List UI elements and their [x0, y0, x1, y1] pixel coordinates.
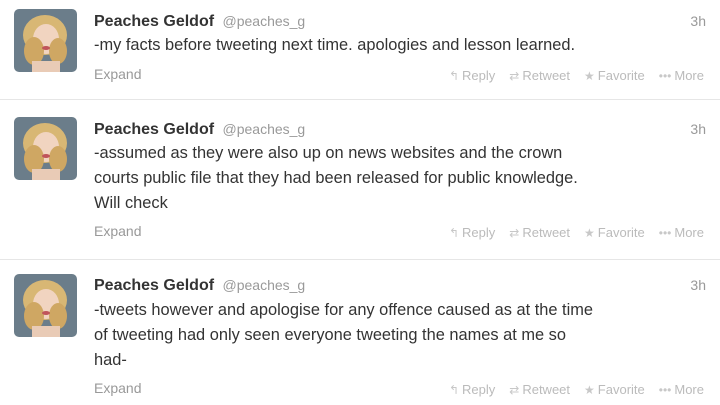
star-icon: ★: [584, 382, 595, 397]
retweet-label: Retweet: [522, 382, 571, 397]
tweet-text: -assumed as they were also up on news we…: [94, 141, 704, 216]
more-button[interactable]: ••• More: [659, 225, 704, 240]
tweet-text: -tweets however and apologise for any of…: [94, 298, 704, 373]
tweet-text-line: -assumed as they were also up on news we…: [94, 144, 563, 162]
tweet-card[interactable]: Peaches Geldof @peaches_g 3h -assumed as…: [0, 100, 720, 260]
more-label: More: [674, 68, 704, 83]
expand-link[interactable]: Expand: [94, 223, 141, 239]
favorite-button[interactable]: ★ Favorite: [584, 382, 645, 397]
tweet-text: -my facts before tweeting next time. apo…: [94, 33, 704, 58]
retweet-icon: ⇄: [509, 68, 520, 83]
user-name[interactable]: Peaches Geldof: [94, 121, 214, 138]
favorite-button[interactable]: ★ Favorite: [584, 68, 645, 83]
tweet-footer: Expand ↰ Reply ⇄ Retweet ★ Favorite ••• More: [94, 66, 704, 86]
reply-arrow-icon: ↰: [448, 225, 460, 240]
more-dots-icon: •••: [658, 382, 672, 397]
more-button[interactable]: ••• More: [659, 68, 704, 83]
reply-arrow-icon: ↰: [448, 382, 460, 397]
tweet-feed: Peaches Geldof @peaches_g 3h -my facts b…: [0, 0, 720, 405]
retweet-button[interactable]: ⇄ Retweet: [509, 225, 570, 240]
reply-button[interactable]: ↰ Reply: [449, 68, 495, 83]
more-label: More: [674, 382, 704, 397]
reply-button[interactable]: ↰ Reply: [449, 225, 495, 240]
avatar[interactable]: [14, 117, 77, 180]
tweet-card[interactable]: Peaches Geldof @peaches_g 3h -my facts b…: [0, 0, 720, 100]
favorite-label: Favorite: [597, 382, 645, 397]
tweet-actions: ↰ Reply ⇄ Retweet ★ Favorite ••• More: [449, 68, 704, 83]
tweet-text-line: had-: [94, 351, 127, 369]
favorite-label: Favorite: [597, 68, 645, 83]
user-handle[interactable]: @peaches_g: [223, 13, 306, 29]
tweet-footer: Expand ↰ Reply ⇄ Retweet ★ Favorite ••• More: [94, 380, 704, 400]
reply-label: Reply: [462, 225, 496, 240]
more-dots-icon: •••: [658, 68, 672, 83]
tweet-text-line: -tweets however and apologise for any of…: [94, 301, 594, 319]
tweet-text-line: Will check: [94, 194, 168, 212]
retweet-label: Retweet: [522, 225, 571, 240]
timestamp[interactable]: 3h: [690, 273, 706, 297]
favorite-button[interactable]: ★ Favorite: [584, 225, 645, 240]
tweet-actions: ↰ Reply ⇄ Retweet ★ Favorite ••• More: [449, 225, 704, 240]
star-icon: ★: [584, 225, 595, 240]
tweet-text-line: -my facts before tweeting next time. apo…: [94, 36, 576, 54]
star-icon: ★: [584, 68, 595, 83]
retweet-button[interactable]: ⇄ Retweet: [509, 68, 570, 83]
avatar[interactable]: [14, 9, 77, 72]
retweet-button[interactable]: ⇄ Retweet: [509, 382, 570, 397]
tweet-card[interactable]: Peaches Geldof @peaches_g 3h -tweets how…: [0, 260, 720, 405]
more-dots-icon: •••: [658, 225, 672, 240]
reply-arrow-icon: ↰: [448, 68, 460, 83]
user-name[interactable]: Peaches Geldof: [94, 277, 214, 294]
favorite-label: Favorite: [597, 225, 645, 240]
timestamp[interactable]: 3h: [690, 9, 706, 33]
retweet-icon: ⇄: [509, 382, 520, 397]
reply-label: Reply: [462, 382, 496, 397]
retweet-label: Retweet: [522, 68, 571, 83]
tweet-header: Peaches Geldof @peaches_g 3h: [94, 9, 706, 33]
tweet-header: Peaches Geldof @peaches_g 3h: [94, 273, 706, 297]
tweet-text-line: courts public file that they had been re…: [94, 169, 578, 187]
tweet-actions: ↰ Reply ⇄ Retweet ★ Favorite ••• More: [449, 382, 704, 397]
timestamp[interactable]: 3h: [690, 117, 706, 141]
more-button[interactable]: ••• More: [659, 382, 704, 397]
expand-link[interactable]: Expand: [94, 66, 141, 82]
expand-link[interactable]: Expand: [94, 380, 141, 396]
more-label: More: [674, 225, 704, 240]
user-handle[interactable]: @peaches_g: [223, 121, 306, 137]
avatar[interactable]: [14, 274, 77, 337]
reply-label: Reply: [462, 68, 496, 83]
tweet-text-line: of tweeting had only seen everyone tweet…: [94, 326, 566, 344]
user-name[interactable]: Peaches Geldof: [94, 13, 214, 30]
user-handle[interactable]: @peaches_g: [223, 277, 306, 293]
tweet-footer: Expand ↰ Reply ⇄ Retweet ★ Favorite ••• More: [94, 223, 704, 243]
retweet-icon: ⇄: [509, 225, 520, 240]
tweet-header: Peaches Geldof @peaches_g 3h: [94, 117, 706, 141]
reply-button[interactable]: ↰ Reply: [449, 382, 495, 397]
